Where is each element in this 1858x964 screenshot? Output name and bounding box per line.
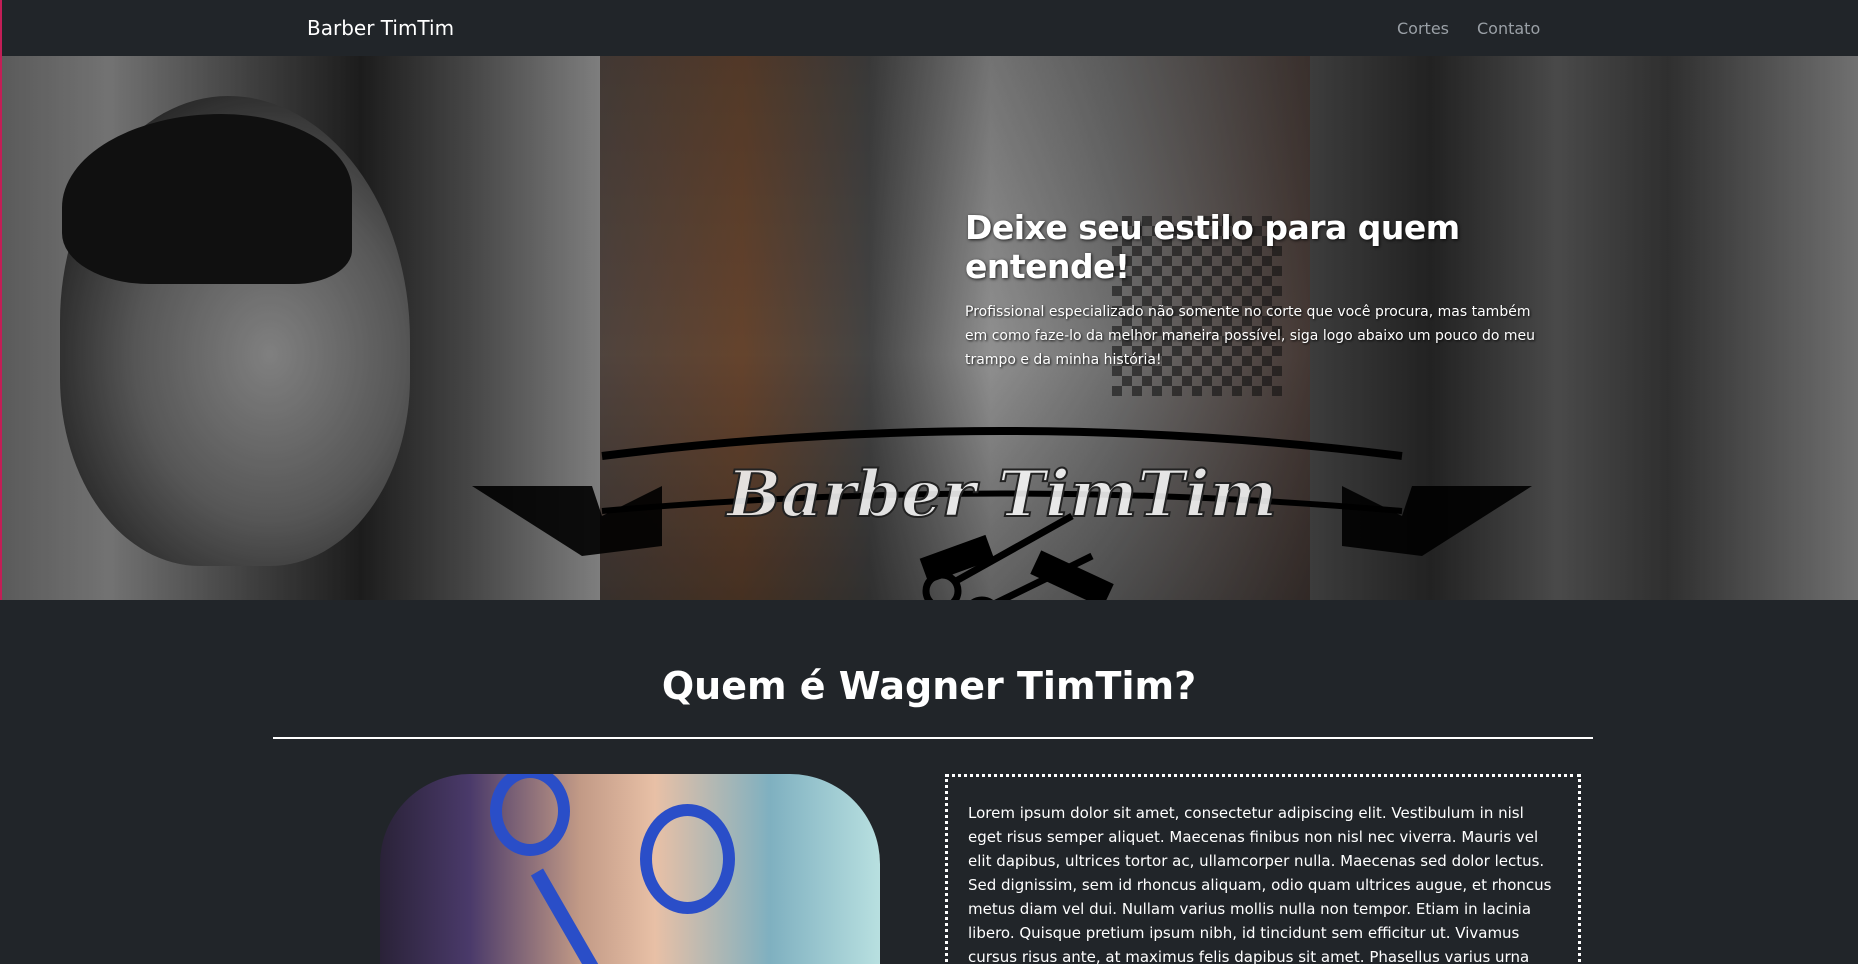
about-title: Quem é Wagner TimTim?	[661, 664, 1197, 708]
scissors-ring-image	[640, 804, 735, 914]
scissors-ring-image	[490, 774, 570, 856]
about-text-box: Lorem ipsum dolor sit amet, consectetur …	[945, 774, 1581, 964]
section-divider	[273, 737, 1593, 739]
about-text: Lorem ipsum dolor sit amet, consectetur …	[968, 804, 1552, 964]
about-photo	[380, 774, 880, 964]
nav-link-contato[interactable]: Contato	[1477, 19, 1540, 38]
logo-script-text: Barber TimTim	[725, 457, 1277, 532]
hero-description: Profissional especializado não somente n…	[965, 304, 1536, 368]
hero-caption: Deixe seu estilo para quem entende! Prof…	[965, 208, 1555, 372]
navbar: Barber TimTim Cortes Contato	[0, 0, 1858, 56]
scissors-blade-image	[530, 868, 604, 964]
barber-logo-graphic: Barber TimTim	[472, 427, 1532, 600]
brand-link[interactable]: Barber TimTim	[307, 16, 454, 40]
hero-banner: Barber TimTim Deixe seu estilo para quem…	[0, 56, 1858, 600]
hero-title: Deixe seu estilo para quem entende!	[965, 208, 1460, 286]
nav-link-cortes[interactable]: Cortes	[1397, 19, 1449, 38]
